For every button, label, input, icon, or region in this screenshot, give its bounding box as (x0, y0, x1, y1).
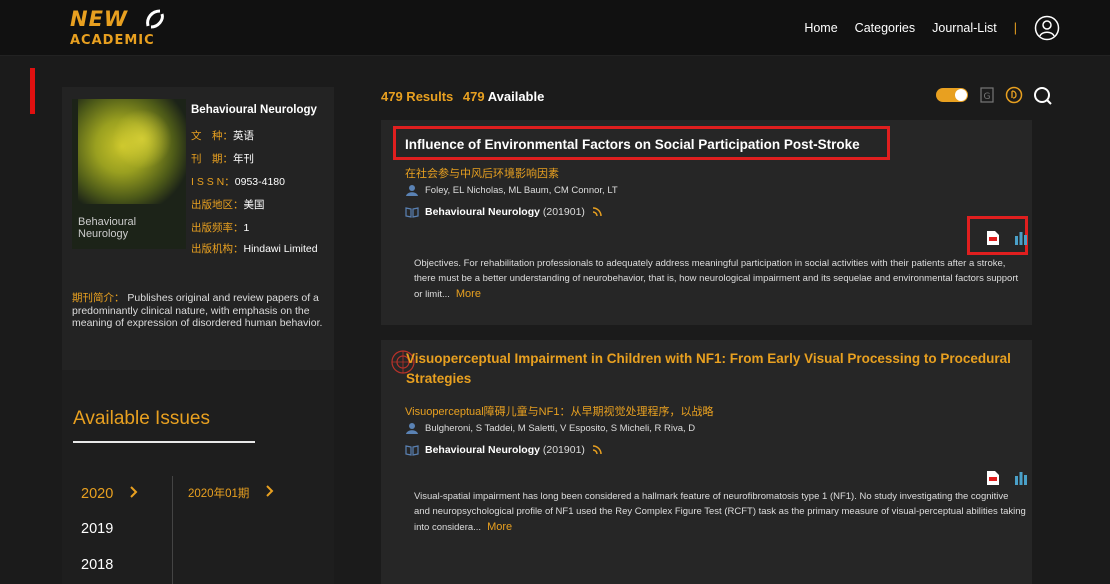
article-actions (986, 470, 1028, 486)
user-account-icon[interactable] (1034, 15, 1060, 41)
more-link[interactable]: More (487, 521, 512, 533)
rss-icon[interactable] (591, 206, 603, 218)
journal-field-language: 文 种：英语 (191, 130, 254, 142)
journal-link[interactable]: Behavioural Neurology (201901) (425, 206, 585, 218)
article-title-chinese[interactable]: Visuoperceptual障碍儿童与NF1：从早期视觉处理程序，以战略 (405, 403, 713, 419)
journal-info-panel: Behavioural Neurology Behavioural Neurol… (62, 87, 334, 370)
pdf-download-icon[interactable] (986, 470, 1000, 486)
article-title[interactable]: Influence of Environmental Factors on So… (405, 135, 860, 155)
google-scholar-icon[interactable]: G (980, 87, 994, 103)
search-icon[interactable] (1033, 86, 1053, 106)
article-card: Visuoperceptual Impairment in Children w… (381, 340, 1032, 584)
author-icon (406, 185, 418, 196)
more-link[interactable]: More (456, 288, 481, 300)
book-icon (405, 445, 419, 456)
article-source: Behavioural Neurology (201901) (405, 206, 603, 218)
author-icon (406, 423, 418, 434)
journal-link[interactable]: Behavioural Neurology (201901) (425, 444, 585, 456)
article-authors: Foley, EL Nicholas, ML Baum, CM Connor, … (405, 184, 618, 196)
heading-underline (73, 441, 255, 443)
book-icon (405, 207, 419, 218)
article-source: Behavioural Neurology (201901) (405, 444, 603, 456)
metrics-chart-icon[interactable] (1014, 471, 1028, 485)
metrics-chart-icon[interactable] (1014, 231, 1028, 245)
journal-field-publisher: 出版机构：Hindawi Limited (191, 243, 318, 255)
year-2018[interactable]: 2018 (81, 557, 113, 573)
journal-field-frequency: 出版频率：1 (191, 222, 250, 234)
left-red-accent-bar (30, 68, 35, 114)
article-card: Influence of Environmental Factors on So… (381, 120, 1032, 325)
main-nav: Home Categories Journal-List | (804, 0, 1060, 56)
logo-swirl-icon (146, 9, 164, 29)
available-issues-panel: Available Issues 2020 2019 2018 2020年01期 (62, 370, 334, 584)
logo-text-new: NEW (70, 7, 129, 31)
new-academic-logo[interactable]: NEW ACADEMIC (70, 6, 190, 50)
article-title-chinese[interactable]: 在社会参与中风后环境影响因素 (405, 165, 559, 181)
journal-field-region: 出版地区：美国 (191, 199, 265, 211)
journal-field-period: 刊 期：年刊 (191, 153, 254, 165)
article-abstract: Objectives. For rehabilitation professio… (414, 258, 1019, 301)
article-abstract: Visual-spatial impairment has long been … (414, 491, 1026, 534)
cover-title-text: Behavioural Neurology (78, 216, 137, 240)
article-title[interactable]: Visuoperceptual Impairment in Children w… (406, 349, 1026, 388)
years-divider (172, 476, 173, 584)
rss-icon[interactable] (591, 444, 603, 456)
journal-title: Behavioural Neurology (191, 104, 317, 116)
nav-categories-link[interactable]: Categories (855, 21, 915, 35)
year-2019[interactable]: 2019 (81, 521, 113, 537)
article-actions (986, 230, 1028, 246)
results-summary: 479 Results 479 Available (381, 89, 545, 104)
logo-text-academic: ACADEMIC (70, 33, 155, 48)
chevron-right-icon (130, 486, 138, 498)
article-authors: Bulgheroni, S Taddei, M Saletti, V Espos… (405, 422, 695, 434)
available-issues-heading: Available Issues (73, 408, 210, 429)
open-access-icon[interactable] (1005, 86, 1023, 104)
top-navigation-bar: NEW ACADEMIC Home Categories Journal-Lis… (0, 0, 1110, 56)
journal-cover-image: Behavioural Neurology (72, 99, 186, 249)
nav-separator: | (1013, 21, 1017, 35)
available-toggle[interactable] (936, 88, 968, 102)
results-toolbar: G (932, 86, 1062, 108)
issue-2020-01[interactable]: 2020年01期 (188, 485, 275, 501)
chevron-right-icon (265, 485, 273, 497)
svg-text:G: G (984, 92, 991, 102)
pdf-download-icon[interactable] (986, 230, 1000, 246)
nav-home-link[interactable]: Home (804, 21, 837, 35)
year-2020[interactable]: 2020 (81, 486, 139, 502)
journal-field-issn: I S S N：0953-4180 (191, 176, 285, 188)
nav-journal-list-link[interactable]: Journal-List (932, 21, 997, 35)
journal-description: 期刊简介： Publishes original and review pape… (72, 292, 323, 330)
